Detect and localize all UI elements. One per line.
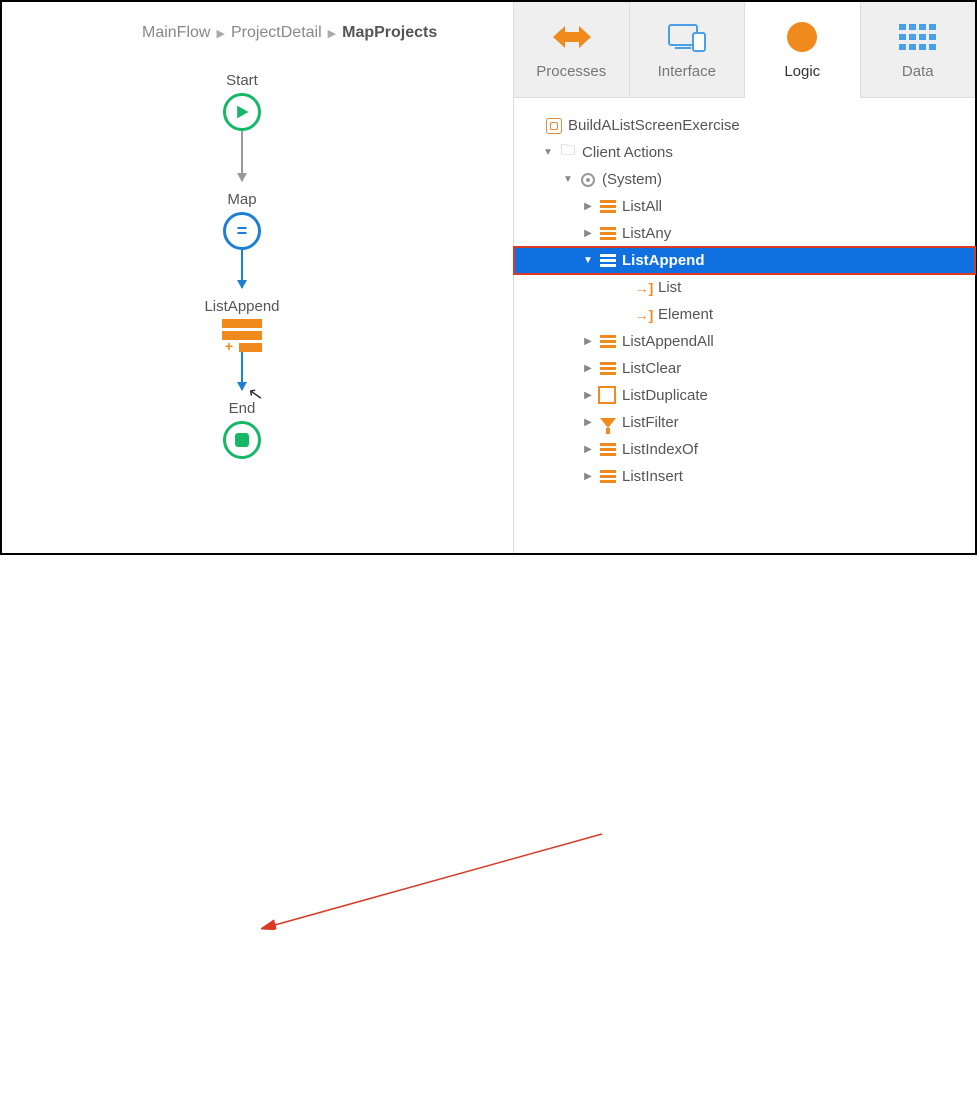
module-icon bbox=[546, 118, 562, 134]
tab-processes[interactable]: Processes bbox=[514, 2, 630, 97]
breadcrumb-mapprojects[interactable]: MapProjects bbox=[342, 24, 437, 42]
flow-arrow bbox=[241, 131, 243, 181]
flow-canvas[interactable]: MainFlow ▶ ProjectDetail ▶ MapProjects S… bbox=[2, 2, 513, 553]
tree-module[interactable]: BuildAListScreenExercise bbox=[514, 112, 975, 139]
caret-right-icon[interactable] bbox=[582, 390, 594, 401]
logic-icon bbox=[785, 19, 819, 55]
list-action-icon bbox=[600, 200, 616, 213]
tree-client-actions[interactable]: 🗀 Client Actions bbox=[514, 139, 975, 166]
breadcrumb-projectdetail[interactable]: ProjectDetail bbox=[231, 24, 322, 42]
tab-data[interactable]: Data bbox=[861, 2, 976, 97]
drag-arrow bbox=[2, 553, 977, 1108]
interface-icon bbox=[665, 19, 709, 55]
list-action-icon bbox=[600, 335, 616, 348]
caret-right-icon[interactable] bbox=[582, 201, 594, 212]
listappend-node[interactable]: + bbox=[222, 319, 262, 352]
tab-logic[interactable]: Logic bbox=[745, 2, 861, 98]
tree-item-listappend[interactable]: ListAppend bbox=[514, 247, 975, 274]
tree-item-element-param[interactable]: →] Element bbox=[514, 301, 975, 328]
system-icon bbox=[581, 173, 595, 187]
data-icon bbox=[899, 19, 937, 55]
filter-icon bbox=[600, 418, 616, 428]
chevron-right-icon: ▶ bbox=[328, 27, 336, 40]
tab-interface[interactable]: Interface bbox=[630, 2, 746, 97]
list-action-icon bbox=[600, 443, 616, 456]
caret-down-icon[interactable] bbox=[562, 174, 574, 185]
breadcrumb-mainflow[interactable]: MainFlow bbox=[142, 24, 210, 42]
list-action-icon bbox=[600, 254, 616, 267]
caret-right-icon[interactable] bbox=[582, 444, 594, 455]
tree-item-listinsert[interactable]: ListInsert bbox=[514, 463, 975, 490]
input-param-icon: →] bbox=[634, 280, 654, 296]
logic-tree[interactable]: BuildAListScreenExercise 🗀 Client Action… bbox=[514, 98, 975, 490]
map-node[interactable]: = bbox=[223, 212, 261, 250]
caret-down-icon[interactable] bbox=[582, 255, 594, 266]
caret-right-icon[interactable] bbox=[582, 417, 594, 428]
duplicate-icon bbox=[601, 389, 615, 403]
caret-right-icon[interactable] bbox=[582, 471, 594, 482]
tree-item-listappendall[interactable]: ListAppendAll bbox=[514, 328, 975, 355]
tree-item-listduplicate[interactable]: ListDuplicate bbox=[514, 382, 975, 409]
caret-right-icon[interactable] bbox=[582, 228, 594, 239]
list-action-icon bbox=[600, 227, 616, 240]
list-action-icon bbox=[600, 362, 616, 375]
caret-right-icon[interactable] bbox=[582, 336, 594, 347]
end-label: End bbox=[172, 400, 312, 417]
listappend-label: ListAppend bbox=[172, 298, 312, 315]
tree-item-list-param[interactable]: →] List bbox=[514, 274, 975, 301]
flow-arrow bbox=[241, 352, 243, 390]
sidebar-tabs: Processes Interface Logic bbox=[514, 2, 975, 98]
list-action-icon bbox=[600, 470, 616, 483]
tree-item-listall[interactable]: ListAll bbox=[514, 193, 975, 220]
caret-down-icon[interactable] bbox=[542, 147, 554, 158]
start-label: Start bbox=[172, 72, 312, 89]
end-node[interactable] bbox=[223, 421, 261, 459]
processes-icon bbox=[551, 19, 591, 55]
caret-right-icon[interactable] bbox=[582, 363, 594, 374]
tree-item-listfilter[interactable]: ListFilter bbox=[514, 409, 975, 436]
breadcrumb[interactable]: MainFlow ▶ ProjectDetail ▶ MapProjects bbox=[142, 24, 437, 42]
flow-arrow bbox=[241, 250, 243, 288]
start-node[interactable] bbox=[223, 93, 261, 131]
right-sidebar: Processes Interface Logic bbox=[513, 2, 975, 553]
tree-item-listany[interactable]: ListAny bbox=[514, 220, 975, 247]
tree-system[interactable]: (System) bbox=[514, 166, 975, 193]
input-param-icon: →] bbox=[634, 307, 654, 323]
map-label: Map bbox=[172, 191, 312, 208]
tree-item-listindexof[interactable]: ListIndexOf bbox=[514, 436, 975, 463]
play-icon bbox=[234, 104, 250, 120]
tree-item-listclear[interactable]: ListClear bbox=[514, 355, 975, 382]
chevron-right-icon: ▶ bbox=[216, 27, 224, 40]
folder-icon: 🗀 bbox=[558, 140, 578, 165]
